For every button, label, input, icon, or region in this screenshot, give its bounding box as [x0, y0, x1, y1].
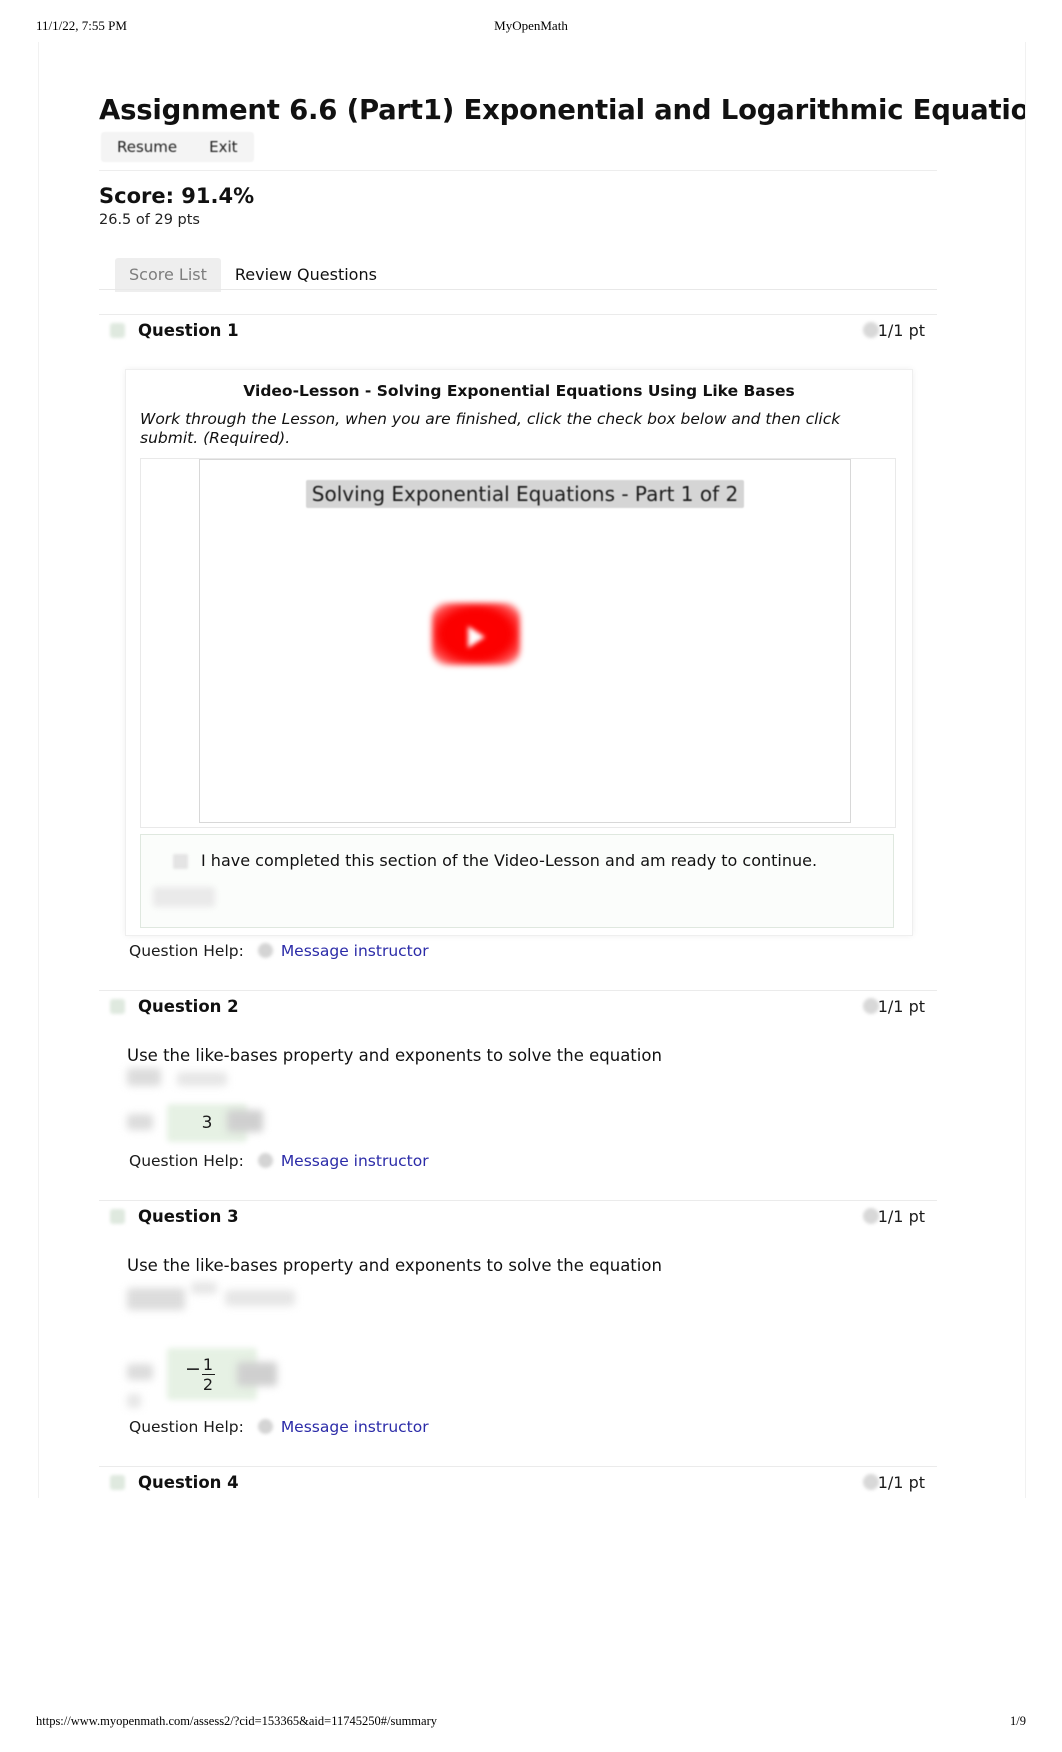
question-2-answer-status-icon	[227, 1110, 263, 1132]
print-footer: https://www.myopenmath.com/assess2/?cid=…	[0, 1714, 1062, 1734]
question-4-points: 1/1 pt	[877, 1473, 925, 1492]
row-divider	[99, 314, 937, 315]
envelope-icon	[257, 1419, 273, 1434]
question-4-label: Question 4	[138, 1473, 239, 1492]
video-title-text: Solving Exponential Equations - Part 1 o…	[305, 480, 745, 508]
question-1-help-label: Question Help:	[129, 942, 244, 960]
question-1-label: Question 1	[138, 321, 239, 340]
envelope-icon	[257, 1153, 273, 1168]
resume-button[interactable]: Resume	[101, 132, 193, 162]
row-divider	[99, 1200, 937, 1201]
question-3-header: Question 3 1/1 pt	[99, 1200, 937, 1234]
assignment-page: Assignment 6.6 (Part1) Exponential and L…	[38, 42, 1026, 1498]
tab-score-list[interactable]: Score List	[115, 258, 221, 292]
question-3-message-instructor-link[interactable]: Message instructor	[281, 1418, 429, 1436]
question-3-prompt: Use the like-bases property and exponent…	[127, 1256, 662, 1275]
question-3-equation-exponent	[191, 1282, 217, 1294]
question-3-help-label: Question Help:	[129, 1418, 244, 1436]
play-triangle-icon	[468, 626, 485, 648]
score-headline: Score: 91.4%	[99, 184, 255, 208]
row-divider	[99, 990, 937, 991]
question-status-icon	[110, 999, 125, 1014]
question-3-answer-prefix	[127, 1364, 153, 1380]
video-title-overlay: Solving Exponential Equations - Part 1 o…	[200, 480, 850, 508]
question-3-points: 1/1 pt	[877, 1207, 925, 1226]
question-2-equation-rhs	[177, 1072, 227, 1086]
question-3-equation-rhs	[225, 1290, 295, 1306]
question-2-prompt: Use the like-bases property and exponent…	[127, 1046, 662, 1065]
completion-checkbox[interactable]	[173, 854, 188, 869]
video-embed-frame: Solving Exponential Equations - Part 1 o…	[140, 458, 896, 828]
review-tabs: Score List Review Questions	[115, 258, 391, 292]
question-2-label: Question 2	[138, 997, 239, 1016]
print-footer-url: https://www.myopenmath.com/assess2/?cid=…	[36, 1714, 437, 1728]
points-icon	[863, 998, 879, 1014]
page-title: Assignment 6.6 (Part1) Exponential and L…	[99, 94, 1026, 126]
video-player[interactable]: Solving Exponential Equations - Part 1 o…	[199, 459, 851, 823]
exit-button[interactable]: Exit	[193, 132, 253, 162]
header-divider	[99, 170, 937, 171]
tabs-divider	[99, 289, 937, 290]
question-3-answer-fraction: 1 2	[199, 1356, 217, 1393]
question-3-help-row: Question Help: Message instructor	[129, 1418, 429, 1440]
question-2-points: 1/1 pt	[877, 997, 925, 1016]
points-icon	[863, 322, 879, 338]
question-status-icon	[110, 1209, 125, 1224]
question-1-message-instructor-link[interactable]: Message instructor	[281, 942, 429, 960]
question-status-icon	[110, 1475, 125, 1490]
print-doc-title: MyOpenMath	[494, 18, 568, 33]
question-2-help-label: Question Help:	[129, 1152, 244, 1170]
video-lesson-title: Video-Lesson - Solving Exponential Equat…	[243, 382, 795, 400]
question-3-equation-lhs	[127, 1288, 185, 1310]
points-icon	[863, 1208, 879, 1224]
score-detail: 26.5 of 29 pts	[99, 212, 200, 228]
print-header: 11/1/22, 7:55 PM MyOpenMath	[0, 18, 1062, 38]
question-2-header: Question 2 1/1 pt	[99, 990, 937, 1024]
question-2-answer-prefix	[127, 1114, 153, 1130]
completion-checkbox-area: I have completed this section of the Vid…	[140, 834, 894, 928]
fraction-denominator: 2	[202, 1375, 214, 1394]
question-2-equation-lhs	[127, 1068, 161, 1086]
assignment-action-buttons: Resume Exit	[101, 132, 254, 162]
tab-review-questions[interactable]: Review Questions	[221, 258, 391, 292]
question-3-answer-status-icon	[237, 1362, 277, 1386]
question-3-answer-note	[127, 1394, 141, 1408]
question-3-label: Question 3	[138, 1207, 239, 1226]
video-lesson-instructions: Work through the Lesson, when you are fi…	[140, 410, 841, 447]
question-4-header: Question 4 1/1 pt	[99, 1466, 937, 1498]
row-divider	[99, 1466, 937, 1467]
question-2-message-instructor-link[interactable]: Message instructor	[281, 1152, 429, 1170]
points-icon	[863, 1474, 879, 1490]
question-status-icon	[110, 323, 125, 338]
question-1-header: Question 1 1/1 pt	[99, 314, 937, 348]
fraction-numerator: 1	[202, 1355, 214, 1374]
envelope-icon	[257, 943, 273, 958]
video-lesson-panel: Video-Lesson - Solving Exponential Equat…	[125, 369, 913, 936]
completion-checkbox-label: I have completed this section of the Vid…	[201, 851, 818, 870]
print-page-number: 1/9	[1010, 1714, 1026, 1728]
question-1-help-row: Question Help: Message instructor	[129, 942, 429, 964]
question-1-points: 1/1 pt	[877, 321, 925, 340]
question-2-help-row: Question Help: Message instructor	[129, 1152, 429, 1174]
submit-button[interactable]	[153, 887, 215, 907]
